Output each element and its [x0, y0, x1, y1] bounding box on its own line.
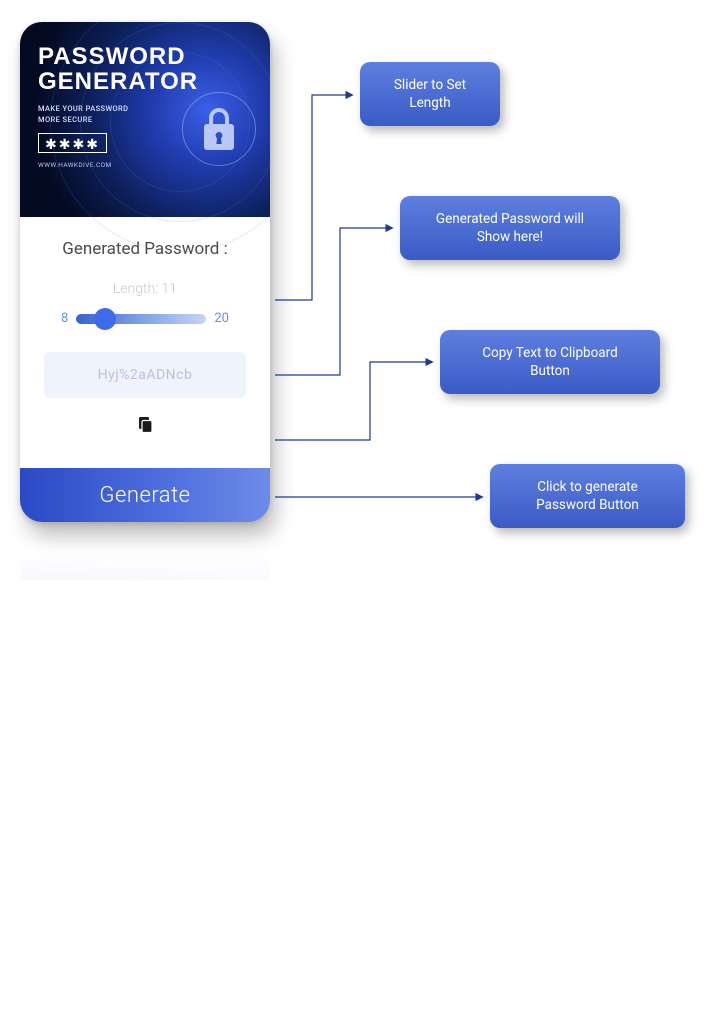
connector-arrow-1: [0, 0, 704, 560]
